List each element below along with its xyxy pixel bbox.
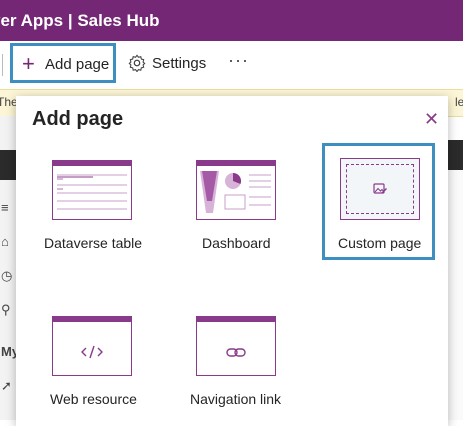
recent-icon[interactable]: ◷ (1, 268, 12, 284)
menu-icon[interactable]: ≡ (1, 200, 9, 215)
app-header: ver Apps | Sales Hub (0, 0, 463, 41)
web-resource-label: Web resource (50, 391, 137, 407)
add-page-label: Add page (45, 56, 110, 73)
custom-page-icon (373, 183, 387, 194)
plus-icon: + (22, 51, 35, 76)
link-icon (226, 348, 246, 357)
dashboard-preview-icon (200, 171, 271, 213)
right-header-edge (446, 140, 463, 170)
web-resource-option[interactable] (52, 316, 132, 376)
command-bar-divider (2, 54, 3, 76)
gear-icon (128, 54, 146, 72)
settings-label: Settings (152, 55, 207, 72)
more-options-button[interactable]: ··· (228, 50, 249, 71)
app-title: ver Apps | Sales Hub (0, 11, 160, 30)
custom-page-label: Custom page (338, 235, 422, 251)
custom-page-option[interactable] (340, 158, 420, 220)
dashboard-label: Dashboard (202, 235, 271, 251)
banner-text-right: le (455, 95, 463, 109)
add-page-button[interactable]: + Add page (10, 43, 116, 83)
table-preview-icon (57, 174, 127, 210)
rocket-icon[interactable]: ➚ (1, 378, 12, 394)
dashboard-option[interactable] (196, 160, 276, 220)
dialog-title: Add page (32, 108, 124, 130)
home-icon[interactable]: ⌂ (1, 234, 9, 249)
dataverse-table-label: Dataverse table (44, 235, 143, 251)
pin-icon[interactable]: ⚲ (1, 302, 11, 318)
navigation-link-option[interactable] (196, 316, 276, 376)
right-panel-edge (446, 170, 463, 420)
dataverse-table-option[interactable] (52, 160, 132, 220)
navigation-link-label: Navigation link (190, 391, 282, 407)
code-icon (81, 345, 103, 359)
close-icon[interactable]: ✕ (424, 110, 439, 128)
